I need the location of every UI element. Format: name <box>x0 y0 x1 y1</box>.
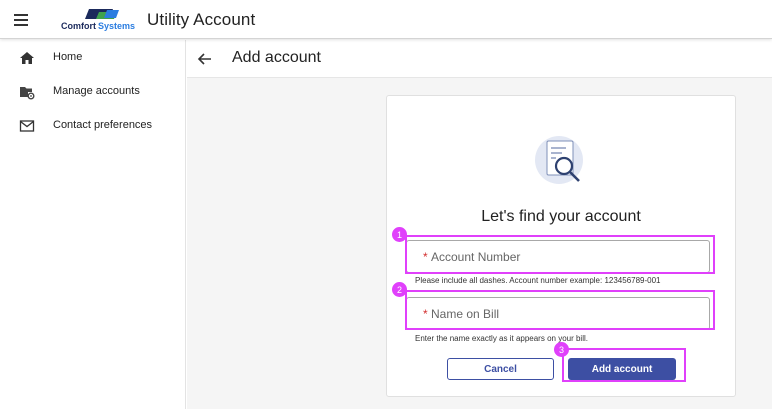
account-number-field[interactable]: * <box>406 240 710 273</box>
annotation-badge-3: 3 <box>554 342 569 357</box>
top-app-bar: Comfort Systems Utility Account <box>0 0 772 39</box>
annotation-badge-1: 1 <box>392 227 407 242</box>
sidebar-item-contact-preferences[interactable]: Contact preferences <box>0 111 186 141</box>
page-header: Add account <box>187 40 772 78</box>
logo-word-systems: Systems <box>98 21 135 31</box>
comfort-systems-logo: Comfort Systems <box>61 9 135 31</box>
folder-gear-icon <box>20 87 35 100</box>
annotation-badge-2: 2 <box>392 282 407 297</box>
sidebar-item-manage-accounts[interactable]: Manage accounts <box>0 77 186 107</box>
sidebar-item-label: Manage accounts <box>53 85 140 97</box>
document-magnifier-icon <box>535 136 583 184</box>
hamburger-icon[interactable] <box>12 10 34 30</box>
account-number-input[interactable] <box>431 247 701 267</box>
page-title: Add account <box>232 49 321 66</box>
arrow-left-icon[interactable] <box>196 50 214 68</box>
required-marker: * <box>423 307 428 321</box>
add-account-button[interactable]: Add account <box>568 358 676 380</box>
app-title: Utility Account <box>147 10 256 29</box>
sidebar-item-label: Contact preferences <box>53 119 153 131</box>
name-on-bill-field[interactable]: * <box>406 297 710 330</box>
home-icon <box>20 52 34 64</box>
sidebar-item-home[interactable]: Home <box>0 43 186 73</box>
card-heading: Let's find your account <box>481 208 641 225</box>
sidebar-item-label: Home <box>53 51 83 63</box>
required-marker: * <box>423 250 428 264</box>
cancel-button[interactable]: Cancel <box>447 358 554 380</box>
logo-word-comfort: Comfort <box>61 21 96 31</box>
name-on-bill-input[interactable] <box>431 304 701 324</box>
main-content: Add account Let's find your account * Pl… <box>187 40 772 409</box>
sidebar: Home Manage accounts Contact preferences <box>0 40 186 409</box>
account-number-hint: Please include all dashes. Account numbe… <box>415 276 661 285</box>
mail-icon <box>19 120 35 132</box>
